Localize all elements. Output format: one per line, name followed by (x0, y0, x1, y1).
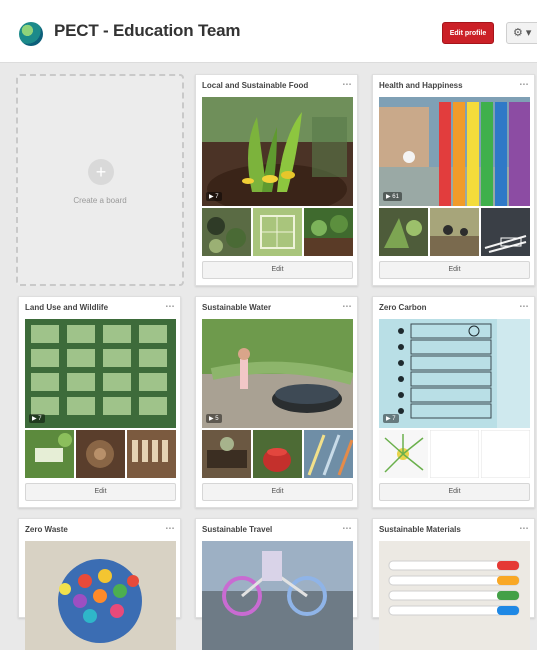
board-pin-count: ▪▪▪ (342, 526, 352, 532)
board-edit-button[interactable]: Edit (25, 483, 176, 501)
board-card[interactable]: Health and Happiness ▪▪▪ ▶ 61 Edit (372, 74, 535, 286)
board-thumbnail[interactable] (202, 208, 251, 256)
board-thumbnail[interactable] (304, 208, 353, 256)
board-thumbnail[interactable] (202, 430, 251, 478)
board-card[interactable]: Land Use and Wildlife ▪▪▪ ▶ 7 Edit (18, 296, 181, 508)
board-thumbnail[interactable] (379, 430, 428, 478)
pin-count-badge: ▶ 7 (29, 414, 45, 423)
board-title: Sustainable Materials (379, 525, 461, 534)
team-title: PECT - Education Team (54, 21, 241, 40)
board-cover-image[interactable] (202, 541, 353, 650)
board-pin-count: ▪▪▪ (519, 526, 529, 532)
board-thumbnail[interactable] (253, 430, 302, 478)
board-thumbnail[interactable] (430, 430, 479, 478)
board-thumbnail[interactable] (127, 430, 176, 478)
board-pin-count: ▪▪▪ (342, 304, 352, 310)
board-thumbnail[interactable] (76, 430, 125, 478)
board-pin-count: ▪▪▪ (165, 304, 175, 310)
team-logo (19, 22, 43, 46)
board-title: Local and Sustainable Food (202, 81, 309, 90)
plus-icon: + (88, 159, 114, 185)
pin-count-badge: ▶ 7 (383, 414, 399, 423)
board-thumbnail[interactable] (481, 208, 530, 256)
board-edit-button[interactable]: Edit (379, 261, 530, 279)
board-thumbnail[interactable] (253, 208, 302, 256)
board-edit-button[interactable]: Edit (379, 483, 530, 501)
board-cover-image[interactable]: ▶ 7 (202, 97, 353, 206)
edit-profile-button[interactable]: Edit profile (442, 22, 494, 44)
board-title: Health and Happiness (379, 81, 463, 90)
board-thumbnail[interactable] (430, 208, 479, 256)
board-title: Zero Waste (25, 525, 68, 534)
board-card[interactable]: Sustainable Materials ▪▪▪ (372, 518, 535, 650)
board-cover-image[interactable]: ▶ 7 (25, 319, 176, 428)
board-title: Sustainable Water (202, 303, 272, 312)
board-cover-image[interactable] (25, 541, 176, 650)
board-pin-count: ▪▪▪ (165, 526, 175, 532)
board-card[interactable]: Zero Carbon ▪▪▪ ▶ 7 Edit (372, 296, 535, 508)
board-card[interactable]: Local and Sustainable Food ▪▪▪ ▶ 7 Edit (195, 74, 358, 286)
board-pin-count: ▪▪▪ (342, 82, 352, 88)
pin-count-badge: ▶ 7 (206, 192, 222, 201)
profile-header: PECT - Education Team Edit profile ⚙ ▾ (0, 0, 537, 63)
board-edit-button[interactable]: Edit (202, 261, 353, 279)
board-card[interactable]: Sustainable Travel ▪▪▪ (195, 518, 358, 650)
board-thumbnail[interactable] (481, 430, 530, 478)
board-card[interactable]: Sustainable Water ▪▪▪ ▶ 5 Edit (195, 296, 358, 508)
board-thumbnail[interactable] (304, 430, 353, 478)
create-board-card[interactable]: + Create a board (16, 74, 184, 286)
board-cover-image[interactable]: ▶ 61 (379, 97, 530, 206)
settings-button[interactable]: ⚙ ▾ (506, 22, 537, 44)
board-thumbnail[interactable] (379, 208, 428, 256)
board-thumbnail[interactable] (25, 430, 74, 478)
create-board-label: Create a board (73, 196, 127, 205)
pin-count-badge: ▶ 61 (383, 192, 402, 201)
board-pin-count: ▪▪▪ (519, 82, 529, 88)
board-title: Zero Carbon (379, 303, 427, 312)
pin-count-badge: ▶ 5 (206, 414, 222, 423)
board-title: Land Use and Wildlife (25, 303, 109, 312)
board-cover-image[interactable] (379, 541, 530, 650)
board-card[interactable]: Zero Waste ▪▪▪ (18, 518, 181, 650)
board-pin-count: ▪▪▪ (519, 304, 529, 310)
board-title: Sustainable Travel (202, 525, 273, 534)
board-edit-button[interactable]: Edit (202, 483, 353, 501)
board-cover-image[interactable]: ▶ 5 (202, 319, 353, 428)
board-cover-image[interactable]: ▶ 7 (379, 319, 530, 428)
